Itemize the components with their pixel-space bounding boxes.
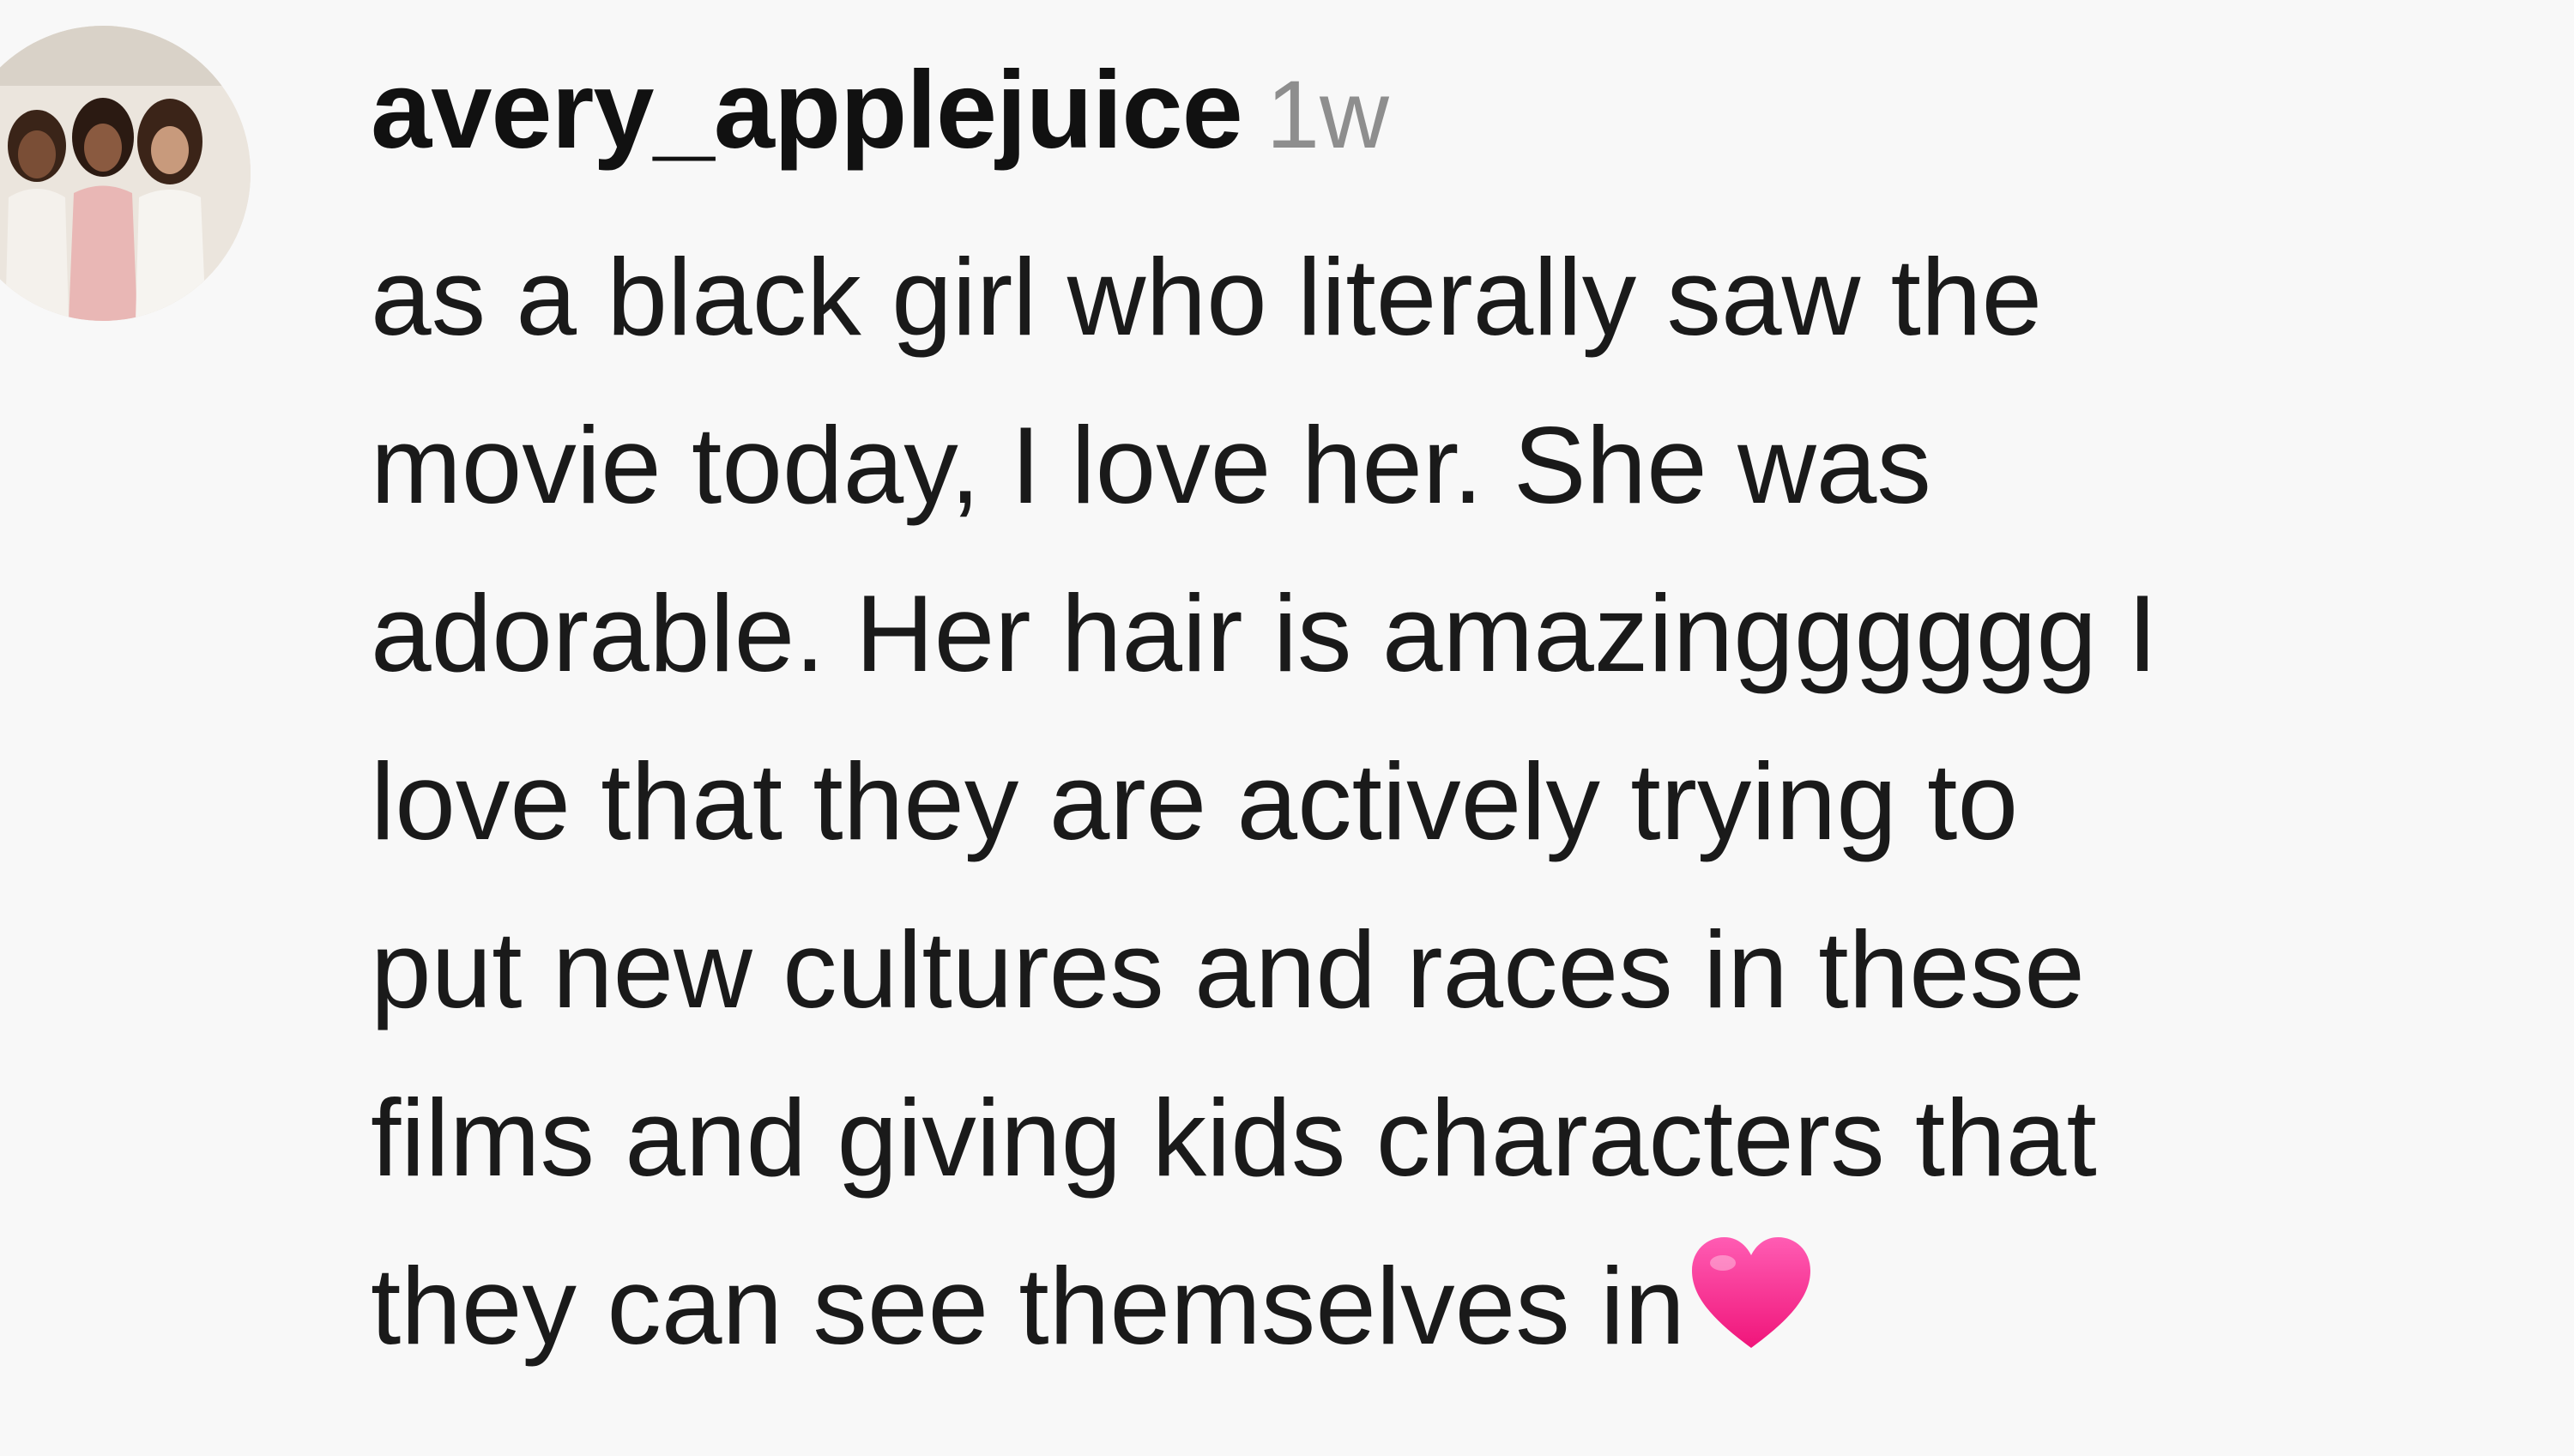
comment-text-line: love that they are actively trying to	[371, 740, 2019, 862]
heart-icon	[1687, 1232, 1816, 1361]
comment-text-line-last: they can see themselves in	[371, 1222, 2550, 1390]
comment-text: as a black girl who literally saw the mo…	[371, 213, 2550, 1390]
avatar-photo	[0, 26, 251, 321]
comment-text-line-last-text: they can see themselves in	[371, 1245, 1685, 1367]
comment-text-line: as a black girl who literally saw the	[371, 236, 2043, 358]
comment-text-line: adorable. Her hair is amazingggggg I	[371, 572, 2158, 694]
comment-item: avery_applejuice 1w as a black girl who l…	[0, 0, 2574, 1456]
comment-text-line: put new cultures and races in these	[371, 909, 2085, 1030]
comment-header: avery_applejuice 1w	[371, 46, 2550, 175]
comment-text-line: movie today, I love her. She was	[371, 404, 1931, 526]
comment-content: avery_applejuice 1w as a black girl who l…	[371, 46, 2550, 1390]
username-link[interactable]: avery_applejuice	[371, 49, 1243, 172]
timestamp[interactable]: 1w	[1266, 61, 1389, 168]
comment-text-line: films and giving kids characters that	[371, 1077, 2097, 1199]
avatar[interactable]	[0, 26, 251, 321]
